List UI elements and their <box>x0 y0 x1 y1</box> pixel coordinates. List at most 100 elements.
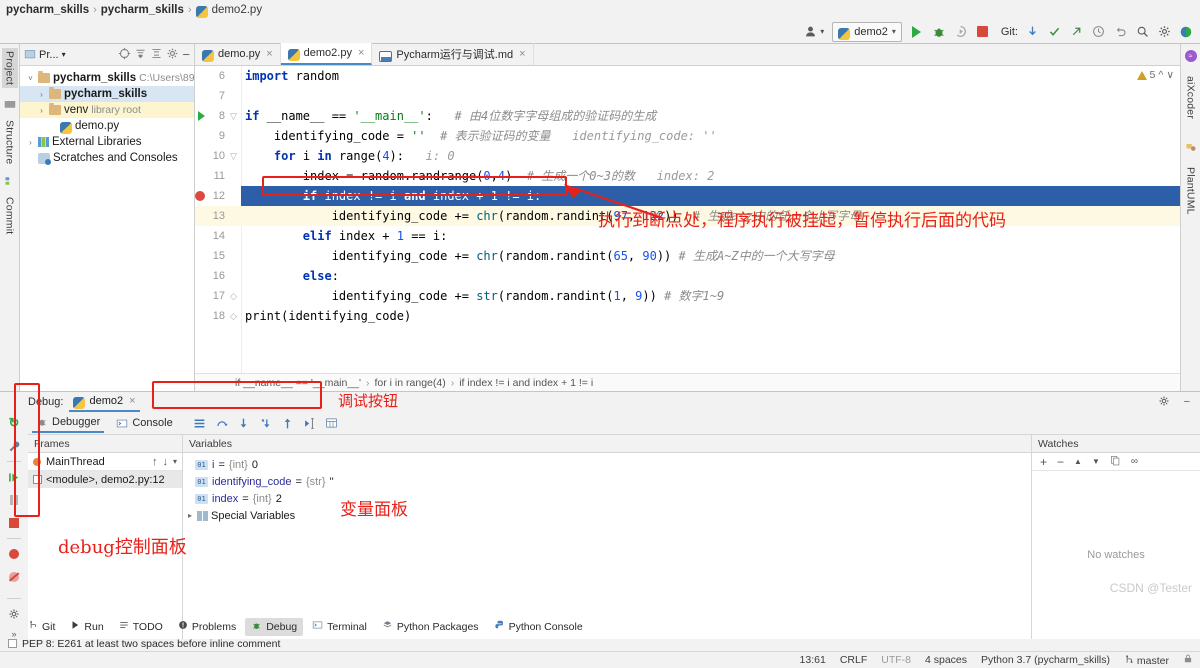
tree-toggle-icon[interactable]: › <box>37 90 46 99</box>
line-gutter[interactable]: 13 <box>195 206 241 226</box>
code-line[interactable]: 11 index = random.randrange(0,4) # 生成一个0… <box>195 166 1180 186</box>
breadcrumb-module[interactable]: pycharm_skills <box>101 4 184 16</box>
fold-toggle-icon[interactable]: ▽ <box>229 151 238 162</box>
code-line[interactable]: 18◇print(identifying_code) <box>195 306 1180 326</box>
force-step-into-icon[interactable] <box>259 417 272 430</box>
tree-toggle-icon[interactable]: ˅ <box>26 74 35 83</box>
tool-window-button-run[interactable]: Run <box>64 618 109 635</box>
hide-panel-icon[interactable]: − <box>182 51 190 59</box>
tree-toggle-icon[interactable]: › <box>37 106 46 115</box>
line-gutter[interactable]: 9 <box>195 126 241 146</box>
project-panel-title-group[interactable]: Pr... ▾ <box>24 49 66 61</box>
frames-thread-selector[interactable]: MainThread ↑ ↓ ▾ <box>28 453 182 471</box>
user-avatar-icon[interactable]: ▾ <box>801 22 827 42</box>
frame-down-icon[interactable]: ↓ <box>162 456 168 468</box>
debug-session-tab[interactable]: demo2 × <box>69 392 139 412</box>
tree-node[interactable]: Scratches and Consoles <box>20 150 194 166</box>
locate-file-icon[interactable] <box>118 47 131 63</box>
tab-debugger[interactable]: Debugger <box>32 413 104 433</box>
tree-node[interactable]: ›venvlibrary root <box>20 102 194 118</box>
line-gutter[interactable]: 17◇ <box>195 286 241 306</box>
tab-console[interactable]: Console <box>112 413 176 433</box>
run-button[interactable] <box>907 22 927 42</box>
line-separator[interactable]: CRLF <box>833 654 874 666</box>
run-to-cursor-icon[interactable] <box>303 417 316 430</box>
close-icon[interactable]: × <box>129 395 135 407</box>
move-up-icon[interactable]: ▲ <box>1074 457 1082 466</box>
debug-layout-settings-icon[interactable] <box>6 606 22 622</box>
editor-tab[interactable]: demo.py× <box>195 43 281 65</box>
search-icon[interactable] <box>1132 22 1152 42</box>
code-breadcrumb-item[interactable]: if index != i and index + 1 != i <box>459 377 593 389</box>
code-line[interactable]: 12 if index != i and index + 1 != i: <box>195 186 1180 206</box>
line-gutter[interactable]: 11 <box>195 166 241 186</box>
collapse-all-icon[interactable] <box>150 47 163 63</box>
show-execution-point-icon[interactable] <box>193 417 206 430</box>
debug-hide-icon[interactable]: − <box>1184 396 1200 408</box>
tree-node[interactable]: ›External Libraries <box>20 134 194 150</box>
sidebar-item-plantuml[interactable]: PlantUML <box>1185 167 1197 215</box>
breadcrumb-project[interactable]: pycharm_skills <box>6 4 89 16</box>
close-icon[interactable]: × <box>358 47 364 59</box>
project-settings-gear-icon[interactable] <box>166 47 179 63</box>
variable-row[interactable]: 01identifying_code={str}'' <box>183 473 1031 490</box>
indent-setting[interactable]: 4 spaces <box>918 654 974 666</box>
settings-wrench-icon[interactable] <box>6 438 22 454</box>
tool-window-button-python-console[interactable]: Python Console <box>488 618 589 636</box>
tree-node[interactable]: ›pycharm_skills <box>20 86 194 102</box>
code-breadcrumb-item[interactable]: for i in range(4) <box>375 377 446 389</box>
step-into-icon[interactable] <box>237 417 250 430</box>
code-line[interactable]: 16 else: <box>195 266 1180 286</box>
git-update-button[interactable] <box>1022 22 1042 42</box>
evaluate-expression-icon[interactable] <box>325 417 338 430</box>
expand-all-icon[interactable] <box>134 47 147 63</box>
settings-gear-icon[interactable] <box>1154 22 1174 42</box>
history-icon[interactable] <box>1088 22 1108 42</box>
code-line[interactable]: 9 identifying_code = '' # 表示验证码的变量 ident… <box>195 126 1180 146</box>
code-line[interactable]: 15 identifying_code += chr(random.randin… <box>195 246 1180 266</box>
editor-tab[interactable]: demo2.py× <box>281 43 373 65</box>
step-over-icon[interactable] <box>215 417 228 430</box>
tool-window-button-debug[interactable]: Debug <box>245 618 303 636</box>
stop-button[interactable] <box>973 22 993 42</box>
tool-window-button-problems[interactable]: Problems <box>172 618 242 635</box>
code-line[interactable]: 7 <box>195 86 1180 106</box>
tree-toggle-icon[interactable]: › <box>26 138 35 147</box>
fold-toggle-icon[interactable]: ▽ <box>229 111 238 122</box>
breadcrumb-file[interactable]: demo2.py <box>212 4 263 16</box>
close-icon[interactable]: × <box>519 48 525 60</box>
frame-item[interactable]: <module>, demo2.py:12 <box>28 471 182 488</box>
tool-window-button-python-packages[interactable]: Python Packages <box>376 618 485 635</box>
file-encoding[interactable]: UTF-8 <box>874 654 918 666</box>
chevron-down-icon[interactable]: ▾ <box>173 457 177 466</box>
git-branch-widget[interactable]: master <box>1117 654 1176 667</box>
mute-breakpoints-icon[interactable] <box>6 569 22 585</box>
move-down-icon[interactable]: ▼ <box>1092 457 1100 466</box>
next-problem-icon[interactable]: ∨ <box>1166 69 1174 81</box>
view-breakpoints-icon[interactable] <box>6 546 22 562</box>
debug-settings-gear-icon[interactable] <box>1158 395 1178 410</box>
add-watch-icon[interactable]: + <box>1040 455 1047 469</box>
run-gutter-icon[interactable] <box>198 111 205 121</box>
line-gutter[interactable]: 8▽ <box>195 106 241 126</box>
git-push-button[interactable] <box>1066 22 1086 42</box>
run-with-coverage-button[interactable] <box>951 22 971 42</box>
editor-inspection-widget[interactable]: 5 ^ ∨ <box>1137 69 1174 81</box>
line-gutter[interactable]: 18◇ <box>195 306 241 326</box>
sidebar-item-project[interactable]: Project <box>2 48 18 88</box>
sidebar-item-commit[interactable]: Commit <box>4 197 16 234</box>
rerun-icon[interactable]: ↻ <box>6 415 22 431</box>
line-gutter[interactable]: 15 <box>195 246 241 266</box>
line-gutter[interactable]: 12 <box>195 186 241 206</box>
code-line[interactable]: 8▽if __name__ == '__main__': # 由4位数字字母组成… <box>195 106 1180 126</box>
line-gutter[interactable]: 16 <box>195 266 241 286</box>
frame-up-icon[interactable]: ↑ <box>152 456 158 468</box>
special-variables-row[interactable]: ▸ Special Variables <box>183 507 1031 524</box>
line-gutter[interactable]: 10▽ <box>195 146 241 166</box>
variable-row[interactable]: 01index={int}2 <box>183 490 1031 507</box>
more-options-icon[interactable]: » <box>11 629 16 639</box>
copy-icon[interactable] <box>1110 455 1121 469</box>
pause-program-icon[interactable] <box>6 492 22 508</box>
line-gutter[interactable]: 7 <box>195 86 241 106</box>
python-interpreter[interactable]: Python 3.7 (pycharm_skills) <box>974 654 1117 666</box>
